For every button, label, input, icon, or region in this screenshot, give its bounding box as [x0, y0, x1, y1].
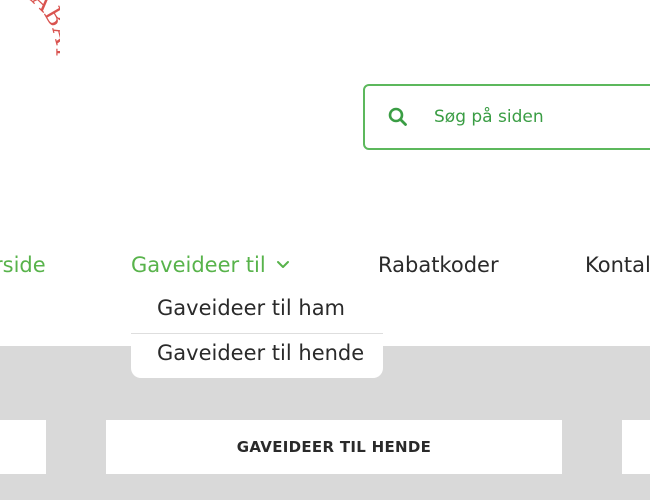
- dropdown-item-hende[interactable]: Gaveideer til hende: [157, 341, 364, 365]
- search-icon: [388, 107, 407, 126]
- logo: RABAT: [12, 0, 60, 60]
- search-box[interactable]: [363, 84, 650, 150]
- dropdown-divider: [131, 333, 383, 334]
- category-card-left[interactable]: [0, 420, 46, 474]
- chevron-down-icon: [276, 261, 289, 268]
- nav-item-gaveideer-label: Gaveideer til: [131, 253, 266, 277]
- category-card-right[interactable]: [622, 420, 650, 474]
- nav-item-rabatkoder[interactable]: Rabatkoder: [378, 251, 499, 279]
- dropdown-item-ham[interactable]: Gaveideer til ham: [157, 296, 345, 320]
- nav-item-kontakt[interactable]: Kontal: [585, 251, 650, 279]
- search-input[interactable]: [434, 107, 650, 127]
- nav-item-gaveideer[interactable]: Gaveideer til: [131, 251, 290, 279]
- nav-item-forside[interactable]: rside: [0, 251, 46, 279]
- category-card-hende[interactable]: GAVEIDEER TIL HENDE: [106, 420, 562, 474]
- logo-text: RABAT: [12, 0, 60, 60]
- nav-dropdown: Gaveideer til ham Gaveideer til hende: [131, 290, 383, 378]
- category-card-label: GAVEIDEER TIL HENDE: [236, 438, 432, 456]
